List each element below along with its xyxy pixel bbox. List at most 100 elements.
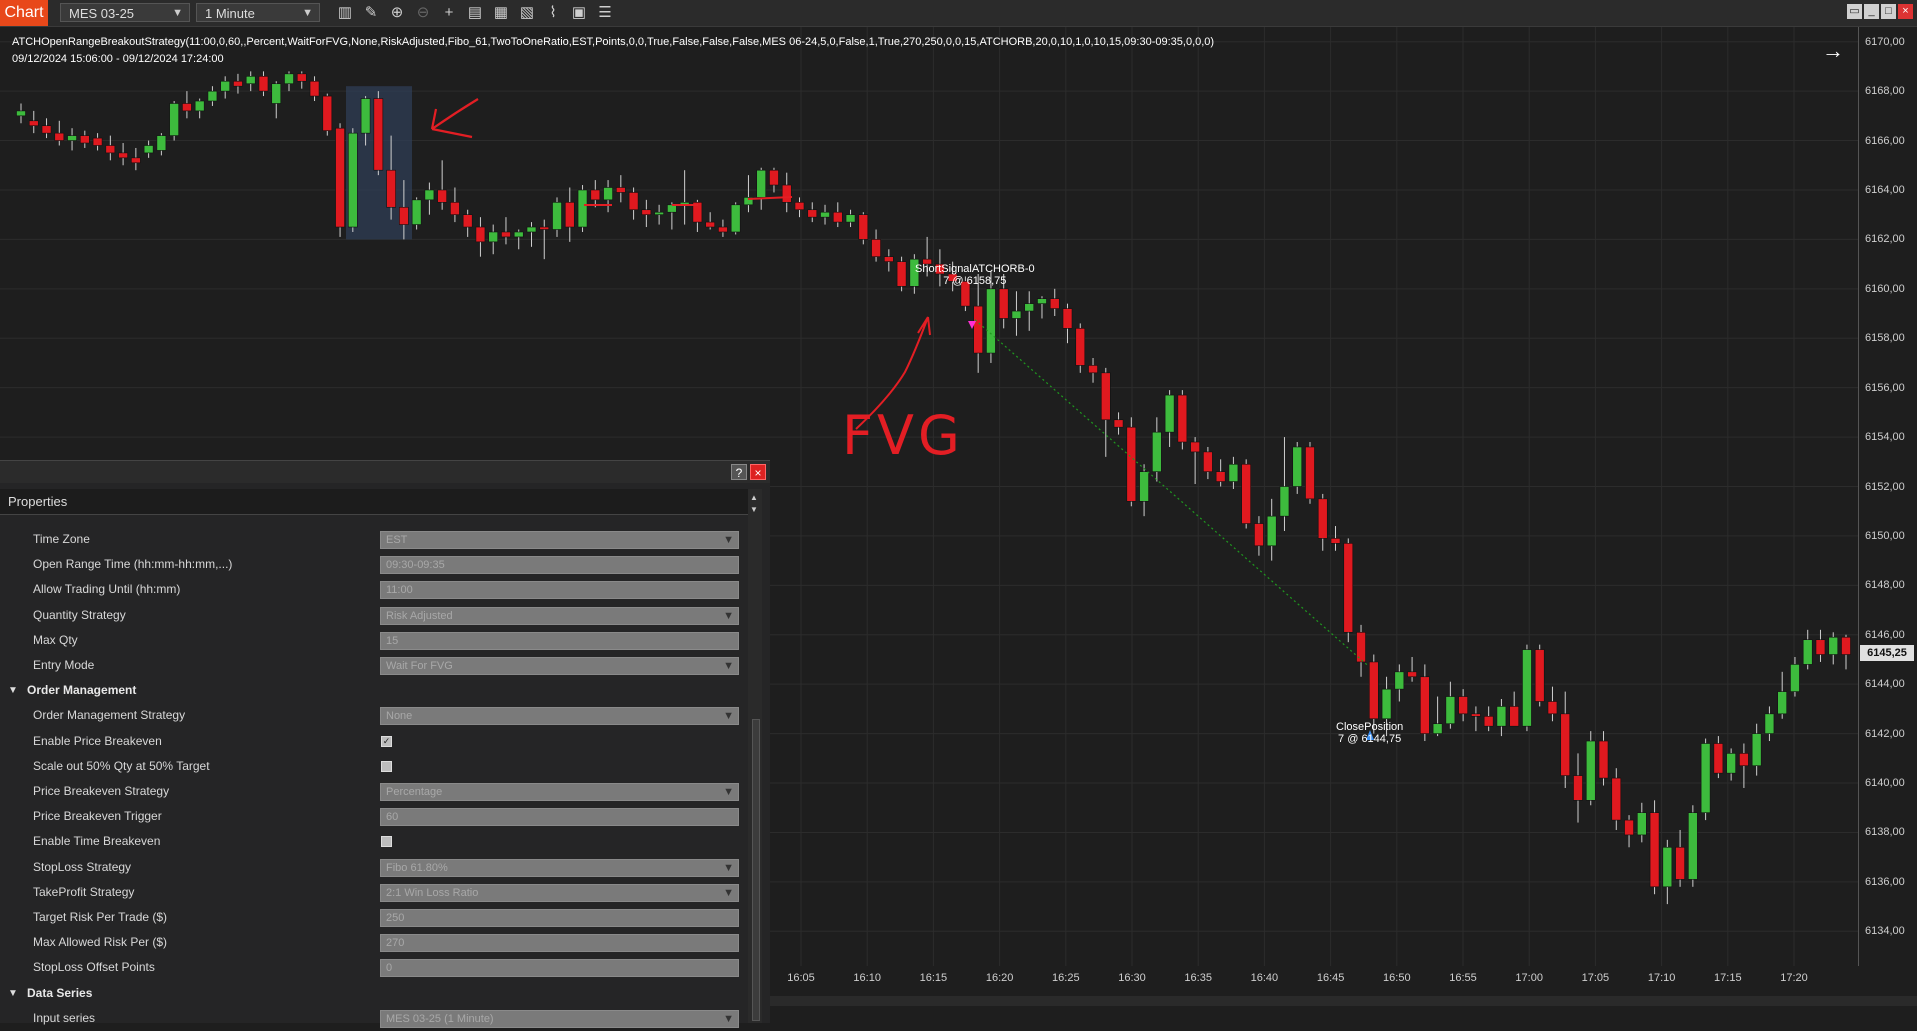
- chart-trader-icon[interactable]: ▦: [490, 3, 512, 23]
- expand-triangle-icon[interactable]: ▼: [8, 678, 18, 703]
- section-data-series[interactable]: ▼ Data Series: [0, 981, 745, 1006]
- property-value: Risk Adjusted: [386, 609, 453, 622]
- candle: [1739, 753, 1749, 767]
- candle: [1585, 740, 1596, 801]
- price-tick-label: 6160,00: [1865, 282, 1905, 295]
- minimize-icon[interactable]: _: [1864, 4, 1879, 19]
- price-tick-label: 6168,00: [1865, 85, 1905, 98]
- bar-style-icon[interactable]: ▥: [334, 3, 356, 23]
- draw-tool-icon[interactable]: ✎: [360, 3, 382, 23]
- date-range: 09/12/2024 15:06:00 - 09/12/2024 17:24:0…: [12, 53, 224, 65]
- interval-selector[interactable]: 1 Minute ▼: [196, 3, 320, 22]
- property-value-field[interactable]: None ▼: [380, 707, 739, 726]
- close-icon[interactable]: ×: [1898, 4, 1913, 19]
- data-box-icon[interactable]: ▤: [464, 3, 486, 23]
- scroll-down-icon[interactable]: ▼: [750, 505, 758, 514]
- time-tick-label: 16:45: [1316, 972, 1345, 984]
- candle: [1828, 636, 1839, 655]
- chart-tab[interactable]: Chart: [0, 0, 48, 26]
- property-value-field[interactable]: 09:30-09:35: [380, 556, 739, 575]
- window-controls: ▭ _ □ ×: [1847, 4, 1913, 19]
- property-value-field[interactable]: 270: [380, 934, 739, 953]
- property-label: Open Range Time (hh:mm-hh:mm,...): [33, 557, 233, 572]
- price-tick-label: 6138,00: [1865, 826, 1905, 839]
- property-row: Target Risk Per Trade ($) 250: [0, 905, 745, 930]
- property-label: Time Zone: [33, 532, 90, 546]
- candle: [1305, 446, 1315, 500]
- candle: [1049, 298, 1060, 309]
- chevron-down-icon: ▼: [723, 886, 734, 899]
- property-label: Input series: [33, 1010, 96, 1025]
- property-value-field[interactable]: 250: [380, 909, 739, 927]
- property-value-field[interactable]: 0: [380, 959, 739, 978]
- property-value-field[interactable]: EST ▼: [380, 531, 739, 549]
- property-value-field[interactable]: 15: [380, 631, 739, 650]
- candle: [118, 152, 128, 159]
- horizontal-scrollbar[interactable]: [770, 996, 1917, 1006]
- expand-triangle-icon[interactable]: ▼: [8, 981, 18, 1006]
- property-checkbox[interactable]: [381, 760, 392, 772]
- property-value: 11:00: [386, 584, 413, 597]
- candle: [462, 214, 473, 228]
- property-checkbox[interactable]: ✓: [381, 735, 392, 747]
- candle: [564, 202, 575, 228]
- property-row: Order Management Strategy None ▼: [0, 703, 745, 728]
- close-panel-button[interactable]: ×: [750, 464, 766, 480]
- property-value-field[interactable]: MES 03-25 (1 Minute) ▼: [380, 1009, 739, 1028]
- indicators-icon[interactable]: ▧: [516, 3, 538, 23]
- candle: [1649, 812, 1660, 888]
- exit-price-label: 7 @ 6144,75: [1338, 733, 1402, 745]
- candle: [1190, 441, 1200, 453]
- property-value: 2:1 Win Loss Ratio: [386, 886, 479, 899]
- candle: [1088, 365, 1098, 374]
- property-checkbox[interactable]: [381, 836, 392, 848]
- properties-panel: ? × Properties ▲ ▼ Time Zone EST ▼ Open Ran…: [0, 460, 770, 1028]
- candle: [16, 110, 26, 117]
- crosshair-icon[interactable]: +: [438, 3, 460, 23]
- maximize-icon[interactable]: □: [1881, 4, 1896, 19]
- price-axis[interactable]: 6170,00 6168,00 6166,00 6164,00 6162,00 6160,…: [1858, 27, 1917, 966]
- chevron-down-icon: ▼: [302, 7, 313, 19]
- property-label: Price Breakeven Strategy: [33, 784, 170, 798]
- scrollbar-thumb[interactable]: [752, 719, 760, 1021]
- property-row: Max Qty 15: [0, 628, 745, 653]
- menu-icon[interactable]: ☰: [594, 3, 616, 23]
- instrument-selector[interactable]: MES 03-25 ▼: [60, 3, 190, 22]
- property-value-field[interactable]: 11:00: [380, 581, 739, 600]
- arrow-right-icon[interactable]: →: [1822, 38, 1844, 64]
- section-title: Data Series: [27, 985, 93, 1000]
- section-title: Order Management: [27, 683, 137, 698]
- property-value-field[interactable]: Wait For FVG ▼: [380, 657, 739, 675]
- property-value-field[interactable]: 60: [380, 808, 739, 827]
- property-row: StopLoss Offset Points 0: [0, 955, 745, 980]
- property-label: Scale out 50% Qty at 50% Target: [33, 758, 210, 773]
- candle: [794, 202, 805, 211]
- property-label: Max Allowed Risk Per ($): [33, 935, 168, 950]
- candle: [858, 214, 869, 240]
- properties-icon[interactable]: ▣: [568, 3, 590, 23]
- strategies-icon[interactable]: ⌇: [542, 3, 564, 23]
- candle: [399, 206, 409, 225]
- property-row: Input series MES 03-25 (1 Minute) ▼: [0, 1006, 745, 1031]
- property-value-field[interactable]: Risk Adjusted ▼: [380, 606, 739, 625]
- property-value-field[interactable]: Fibo 61.80% ▼: [380, 858, 739, 877]
- section-order-management[interactable]: ▼ Order Management: [0, 678, 745, 703]
- chart-toolbar: Chart MES 03-25 ▼ 1 Minute ▼ ▥ ✎ ⊕ ⊖ + ▤…: [0, 0, 1917, 27]
- tile-icon[interactable]: ▭: [1847, 4, 1862, 19]
- property-value-field[interactable]: Percentage ▼: [380, 783, 739, 801]
- property-row: TakeProfit Strategy 2:1 Win Loss Ratio ▼: [0, 880, 745, 905]
- zoom-in-icon[interactable]: ⊕: [386, 3, 408, 23]
- candle: [628, 192, 639, 211]
- candle: [1317, 498, 1328, 539]
- property-label: Target Risk Per Trade ($): [33, 910, 168, 924]
- property-label: Order Management Strategy: [33, 708, 186, 723]
- time-tick-label: 17:20: [1780, 972, 1808, 984]
- zoom-out-icon[interactable]: ⊖: [412, 3, 434, 23]
- candle: [131, 157, 141, 164]
- property-row: Quantity Strategy Risk Adjusted ▼: [0, 603, 745, 628]
- candle: [284, 73, 294, 85]
- help-button[interactable]: ?: [731, 464, 747, 480]
- candle: [1445, 696, 1456, 725]
- property-value-field[interactable]: 2:1 Win Loss Ratio ▼: [380, 883, 739, 902]
- scroll-up-icon[interactable]: ▲: [750, 493, 758, 502]
